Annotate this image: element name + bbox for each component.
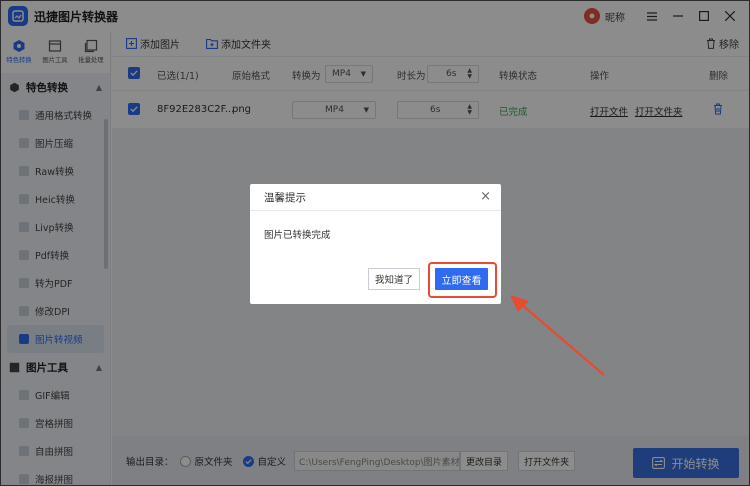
annotation-arrow-icon — [510, 295, 605, 376]
app-window: 迅捷图片转换器 昵称 特色转换 图片工具 批量处理 特色转换 ▲ 通用格式转换 … — [0, 0, 750, 486]
